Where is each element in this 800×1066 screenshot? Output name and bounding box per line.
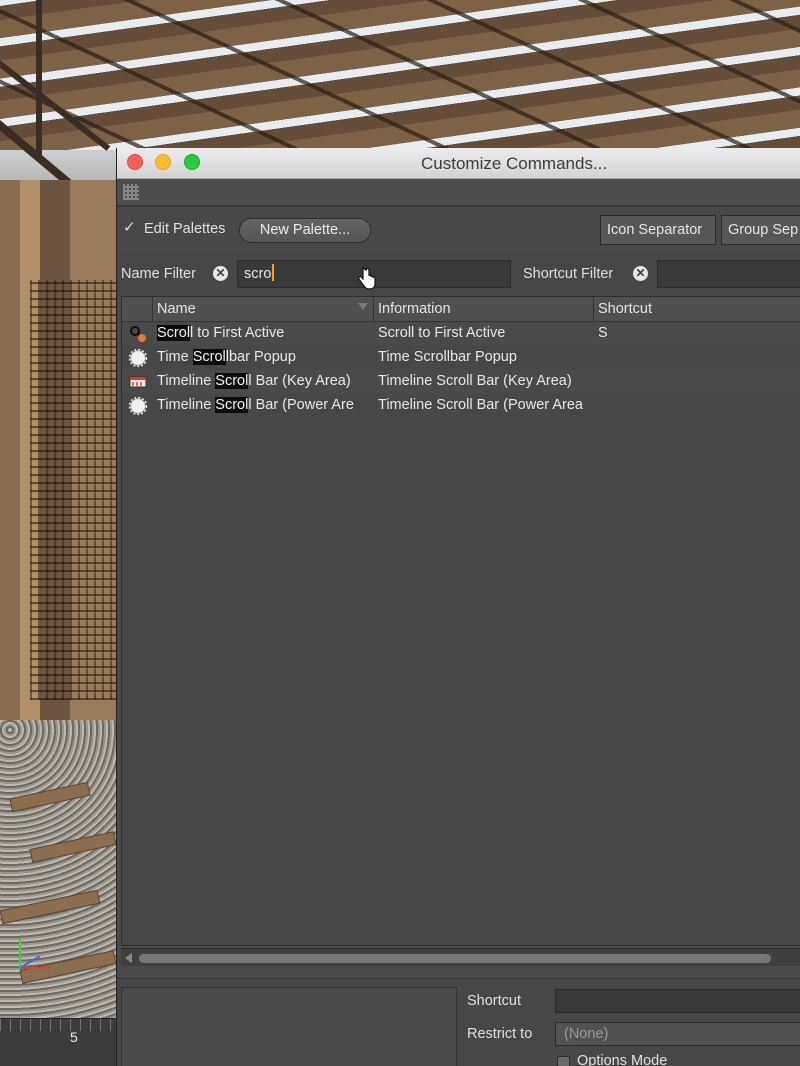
hand-cursor-icon	[358, 266, 376, 290]
gear-icon	[129, 397, 147, 415]
table-row[interactable]: Timeline Scroll Bar (Key Area) Timeline …	[122, 370, 800, 394]
command-information: Timeline Scroll Bar (Key Area)	[378, 373, 572, 389]
timeline-icon	[129, 376, 147, 388]
table-row[interactable]: Scroll to First Active Scroll to First A…	[122, 322, 800, 346]
name-suffix: l Bar (Key Area)	[248, 373, 351, 389]
close-button[interactable]	[127, 154, 143, 170]
table-row[interactable]: Timeline Scroll Bar (Power Are Timeline …	[122, 394, 800, 418]
shortcut-filter-label: Shortcut Filter	[523, 266, 614, 282]
name-suffix: lbar Popup	[225, 349, 296, 365]
shortcut-panel: Shortcut Restrict to (None) Options Mode	[117, 978, 800, 1066]
name-suffix: l to First Active	[190, 325, 285, 341]
sort-arrow-icon	[358, 303, 368, 310]
column-separator[interactable]	[373, 297, 374, 322]
grip-handle-icon[interactable]	[123, 184, 139, 200]
timeline-ticks	[0, 1019, 118, 1031]
customize-commands-window: Customize Commands... ✓ Edit Palettes Ne…	[116, 148, 800, 1066]
restrict-to-dropdown[interactable]: (None)	[555, 1022, 800, 1046]
shortcut-label: Shortcut	[467, 993, 521, 1009]
name-prefix: Time	[157, 349, 193, 365]
name-filter-label: Name Filter	[121, 266, 196, 282]
zoom-button[interactable]	[184, 154, 200, 170]
group-separator-button[interactable]: Group Sep	[721, 215, 800, 245]
command-shortcut: S	[598, 325, 608, 341]
edit-palettes-checkbox[interactable]: ✓	[123, 220, 137, 235]
roof-trusses	[0, 0, 800, 150]
gear-icon	[129, 349, 147, 367]
name-filter-clear-icon[interactable]: ✕	[213, 266, 228, 281]
new-palette-button[interactable]: New Palette...	[239, 218, 371, 243]
name-match-highlight: Scrol	[215, 373, 249, 389]
name-suffix: l Bar (Power Are	[248, 397, 354, 413]
name-match-highlight: Scrol	[192, 349, 226, 365]
axis-gizmo-icon	[19, 938, 50, 969]
table-header: Name Information Shortcut	[122, 297, 800, 322]
name-match-highlight: Scrol	[157, 325, 191, 341]
window-title: Customize Commands...	[421, 154, 608, 173]
command-name: Time Scrollbar Popup	[157, 349, 373, 365]
options-mode-checkbox[interactable]	[557, 1056, 570, 1066]
command-name: Scroll to First Active	[157, 325, 373, 341]
command-information: Timeline Scroll Bar (Power Area	[378, 397, 583, 413]
command-information: Scroll to First Active	[378, 325, 506, 341]
filter-bar: Name Filter ✕ scro Shortcut Filter ✕	[117, 252, 800, 296]
shortcut-filter-clear-icon[interactable]: ✕	[633, 266, 648, 281]
timeline-frame-label: 5	[70, 1029, 78, 1045]
shortcut-input[interactable]	[555, 989, 800, 1013]
restrict-to-value: (None)	[564, 1026, 609, 1042]
column-header-name[interactable]: Name	[157, 301, 196, 317]
column-header-information[interactable]: Information	[378, 301, 451, 317]
scrollbar-thumb[interactable]	[139, 954, 771, 963]
column-separator[interactable]	[593, 297, 594, 322]
shortcut-filter-input[interactable]	[657, 260, 800, 288]
title-bar[interactable]: Customize Commands...	[117, 148, 800, 179]
scroll-to-active-icon	[130, 326, 146, 342]
toolbar: ✓ Edit Palettes New Palette... Icon Sepa…	[117, 206, 800, 252]
name-prefix: Timeline	[157, 373, 216, 389]
name-prefix: Timeline	[157, 397, 216, 413]
timeline-ruler[interactable]: 5	[0, 1018, 118, 1066]
scroll-left-arrow-icon[interactable]	[125, 953, 132, 963]
command-name: Timeline Scroll Bar (Key Area)	[157, 373, 373, 389]
name-filter-value: scro	[244, 266, 272, 282]
table-row[interactable]: Time Scrollbar Popup Time Scrollbar Popu…	[122, 346, 800, 370]
name-match-highlight: Scrol	[215, 397, 249, 413]
text-caret	[272, 264, 275, 281]
icon-separator-button[interactable]: Icon Separator	[600, 215, 716, 245]
palette-grip-bar	[117, 179, 800, 206]
command-description-area	[121, 987, 457, 1066]
commands-table: Name Information Shortcut Scroll to Firs…	[121, 296, 800, 946]
minimize-button[interactable]	[155, 154, 171, 170]
command-information: Time Scrollbar Popup	[378, 349, 517, 365]
command-name: Timeline Scroll Bar (Power Are	[157, 397, 373, 413]
horizontal-scrollbar[interactable]	[121, 948, 800, 966]
beam	[36, 0, 42, 160]
options-mode-label[interactable]: Options Mode	[577, 1053, 667, 1066]
edit-palettes-label[interactable]: Edit Palettes	[144, 221, 225, 237]
restrict-to-label: Restrict to	[467, 1026, 533, 1042]
column-separator	[152, 297, 153, 322]
column-header-shortcut[interactable]: Shortcut	[598, 301, 652, 317]
wall-mesh	[30, 280, 118, 700]
